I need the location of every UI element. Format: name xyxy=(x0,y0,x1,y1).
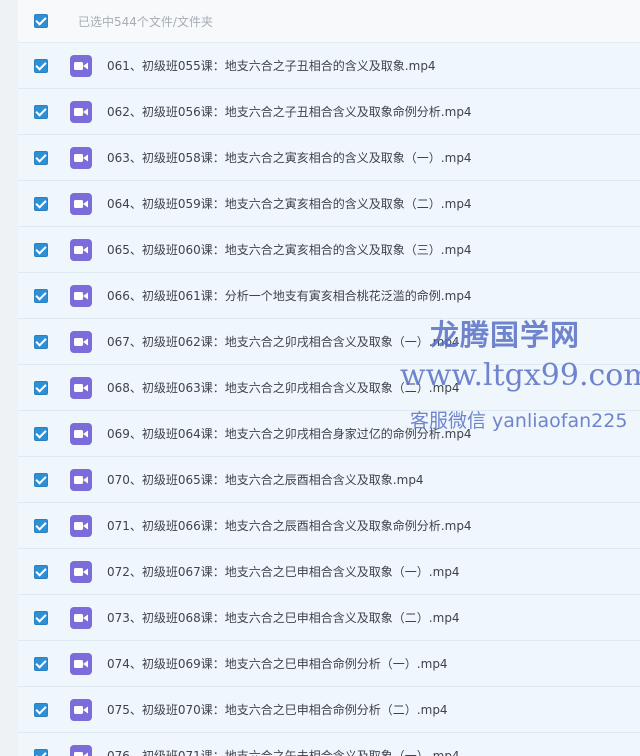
video-file-icon xyxy=(70,468,92,491)
video-file-icon xyxy=(70,284,92,307)
file-checkbox[interactable] xyxy=(34,150,48,165)
video-file-icon xyxy=(70,54,92,77)
video-file-icon xyxy=(70,422,92,445)
file-name[interactable]: 072、初级班067课：地支六合之巳申相合含义及取象（一）.mp4 xyxy=(107,563,460,580)
file-name[interactable]: 065、初级班060课：地支六合之寅亥相合的含义及取象（三）.mp4 xyxy=(107,241,472,258)
video-file-icon xyxy=(70,606,92,629)
file-name[interactable]: 067、初级班062课：地支六合之卯戌相合含义及取象（一）.mp4 xyxy=(107,333,460,350)
file-name[interactable]: 066、初级班061课：分析一个地支有寅亥相合桃花泛滥的命例.mp4 xyxy=(107,287,472,304)
file-name[interactable]: 074、初级班069课：地支六合之巳申相合命例分析（一）.mp4 xyxy=(107,655,448,672)
file-row[interactable]: 069、初级班064课：地支六合之卯戌相合身家过亿的命例分析.mp4 xyxy=(18,411,640,457)
file-checkbox[interactable] xyxy=(34,104,48,119)
video-file-icon xyxy=(70,238,92,261)
file-row[interactable]: 068、初级班063课：地支六合之卯戌相合含义及取象（二）.mp4 xyxy=(18,365,640,411)
video-file-icon xyxy=(70,192,92,215)
file-name[interactable]: 068、初级班063课：地支六合之卯戌相合含义及取象（二）.mp4 xyxy=(107,379,460,396)
file-checkbox[interactable] xyxy=(34,380,48,395)
file-checkbox[interactable] xyxy=(34,472,48,487)
select-all-checkbox[interactable] xyxy=(34,14,48,28)
file-row[interactable]: 067、初级班062课：地支六合之卯戌相合含义及取象（一）.mp4 xyxy=(18,319,640,365)
selection-summary: 已选中544个文件/文件夹 xyxy=(78,14,213,29)
file-checkbox[interactable] xyxy=(34,564,48,579)
file-row[interactable]: 074、初级班069课：地支六合之巳申相合命例分析（一）.mp4 xyxy=(18,641,640,687)
file-checkbox[interactable] xyxy=(34,196,48,211)
video-file-icon xyxy=(70,514,92,537)
file-name[interactable]: 064、初级班059课：地支六合之寅亥相合的含义及取象（二）.mp4 xyxy=(107,195,472,212)
file-row[interactable]: 066、初级班061课：分析一个地支有寅亥相合桃花泛滥的命例.mp4 xyxy=(18,273,640,319)
file-name[interactable]: 070、初级班065课：地支六合之辰酉相合含义及取象.mp4 xyxy=(107,471,424,488)
video-file-icon xyxy=(70,376,92,399)
file-checkbox[interactable] xyxy=(34,334,48,349)
file-checkbox[interactable] xyxy=(34,656,48,671)
file-list: 061、初级班055课：地支六合之子丑相合的含义及取象.mp4 062、初级班05… xyxy=(18,43,640,756)
file-name[interactable]: 063、初级班058课：地支六合之寅亥相合的含义及取象（一）.mp4 xyxy=(107,149,472,166)
file-row[interactable]: 076、初级班071课：地支六合之午未相合含义及取象（一）.mp4 xyxy=(18,733,640,756)
file-row[interactable]: 075、初级班070课：地支六合之巳申相合命例分析（二）.mp4 xyxy=(18,687,640,733)
file-list-panel: 已选中544个文件/文件夹 061、初级班055课：地支六合之子丑相合的含义及取… xyxy=(18,0,640,756)
file-row[interactable]: 064、初级班059课：地支六合之寅亥相合的含义及取象（二）.mp4 xyxy=(18,181,640,227)
file-checkbox[interactable] xyxy=(34,242,48,257)
file-checkbox[interactable] xyxy=(34,610,48,625)
video-file-icon xyxy=(70,698,92,721)
file-row[interactable]: 072、初级班067课：地支六合之巳申相合含义及取象（一）.mp4 xyxy=(18,549,640,595)
video-file-icon xyxy=(70,744,92,756)
file-checkbox[interactable] xyxy=(34,748,48,756)
file-row[interactable]: 071、初级班066课：地支六合之辰酉相合含义及取象命例分析.mp4 xyxy=(18,503,640,549)
file-row[interactable]: 062、初级班056课：地支六合之子丑相合含义及取象命例分析.mp4 xyxy=(18,89,640,135)
file-checkbox[interactable] xyxy=(34,58,48,73)
file-name[interactable]: 062、初级班056课：地支六合之子丑相合含义及取象命例分析.mp4 xyxy=(107,103,472,120)
file-name[interactable]: 073、初级班068课：地支六合之巳申相合含义及取象（二）.mp4 xyxy=(107,609,460,626)
file-checkbox[interactable] xyxy=(34,518,48,533)
file-checkbox[interactable] xyxy=(34,702,48,717)
file-checkbox[interactable] xyxy=(34,426,48,441)
video-file-icon xyxy=(70,652,92,675)
file-row[interactable]: 070、初级班065课：地支六合之辰酉相合含义及取象.mp4 xyxy=(18,457,640,503)
file-name[interactable]: 075、初级班070课：地支六合之巳申相合命例分析（二）.mp4 xyxy=(107,701,448,718)
video-file-icon xyxy=(70,330,92,353)
file-name[interactable]: 061、初级班055课：地支六合之子丑相合的含义及取象.mp4 xyxy=(107,57,436,74)
file-row[interactable]: 063、初级班058课：地支六合之寅亥相合的含义及取象（一）.mp4 xyxy=(18,135,640,181)
file-name[interactable]: 076、初级班071课：地支六合之午未相合含义及取象（一）.mp4 xyxy=(107,747,460,756)
video-file-icon xyxy=(70,146,92,169)
file-name[interactable]: 071、初级班066课：地支六合之辰酉相合含义及取象命例分析.mp4 xyxy=(107,517,472,534)
file-name[interactable]: 069、初级班064课：地支六合之卯戌相合身家过亿的命例分析.mp4 xyxy=(107,425,472,442)
file-row[interactable]: 065、初级班060课：地支六合之寅亥相合的含义及取象（三）.mp4 xyxy=(18,227,640,273)
file-checkbox[interactable] xyxy=(34,288,48,303)
select-all-header: 已选中544个文件/文件夹 xyxy=(18,0,640,43)
video-file-icon xyxy=(70,560,92,583)
file-row[interactable]: 073、初级班068课：地支六合之巳申相合含义及取象（二）.mp4 xyxy=(18,595,640,641)
video-file-icon xyxy=(70,100,92,123)
file-row[interactable]: 061、初级班055课：地支六合之子丑相合的含义及取象.mp4 xyxy=(18,43,640,89)
